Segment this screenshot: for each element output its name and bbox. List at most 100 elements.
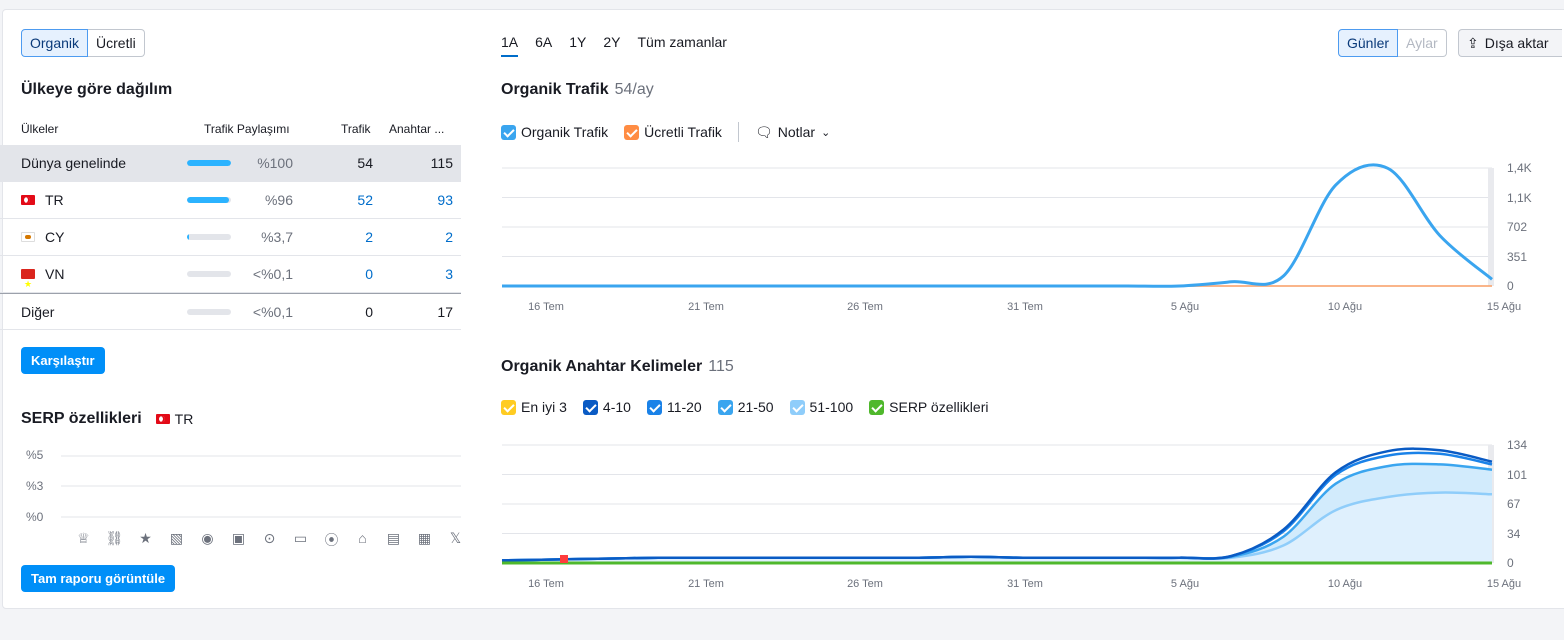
y-tick-label: 1,4K — [1507, 161, 1532, 175]
range-tab[interactable]: 1A — [501, 34, 519, 57]
keywords-title-text: Organik Anahtar Kelimeler — [501, 358, 703, 375]
keywords-legend-item[interactable]: SERP özellikleri — [869, 399, 988, 415]
y-tick-label: 101 — [1507, 467, 1528, 482]
col-header-country[interactable]: Ülkeler — [21, 122, 58, 136]
tr-flag-icon — [21, 195, 35, 205]
country-row[interactable]: VN <%0,1 0 3 — [0, 256, 461, 302]
share-value: <%0,1 — [252, 266, 293, 282]
granularity-toggle: Günler Aylar — [1338, 29, 1447, 57]
country-name: Dünya genelinde — [21, 145, 126, 181]
keywords-chart — [501, 444, 1494, 565]
crown-icon[interactable]: ♕ — [68, 530, 99, 550]
country-name: CY — [21, 219, 64, 255]
briefcase-icon[interactable]: ▦ — [409, 530, 440, 550]
export-button[interactable]: ⇪ Dışa aktar — [1458, 29, 1562, 57]
share-value: <%0,1 — [252, 304, 293, 320]
keywords-legend-item[interactable]: En iyi 3 — [501, 399, 567, 415]
legend-label: SERP özellikleri — [889, 399, 989, 415]
traffic-legend: Organik Trafik Ücretli Trafik 🗨 Notlar ⌄ — [501, 122, 846, 142]
paid-toggle-button[interactable]: Ücretli — [88, 29, 145, 57]
link-icon[interactable]: ⛓ — [99, 530, 130, 550]
traffic-value[interactable]: 2 — [365, 219, 373, 255]
traffic-value[interactable]: 0 — [365, 256, 373, 292]
x-tick-label: 31 Tem — [1007, 578, 1043, 590]
country-distribution-title: Ülkeye göre dağılım — [21, 81, 173, 98]
organic-traffic-line — [502, 163, 1493, 288]
share-value: %96 — [264, 192, 293, 208]
checkbox-icon — [869, 399, 885, 415]
legend-label: 21-50 — [737, 399, 774, 415]
country-label: TR — [45, 192, 64, 208]
country-row[interactable]: TR %96 52 93 — [0, 182, 461, 219]
share-bar — [187, 197, 231, 203]
news-icon[interactable]: ▤ — [378, 530, 409, 550]
organic-toggle-button[interactable]: Organik — [21, 29, 89, 57]
col-header-traffic[interactable]: Trafik — [341, 122, 371, 136]
notes-dropdown[interactable]: 🗨 Notlar ⌄ — [755, 124, 830, 141]
traffic-title-text: Organik Trafik — [501, 81, 609, 98]
checkbox-icon — [789, 399, 805, 415]
keywords-value: 115 — [430, 155, 453, 171]
full-report-button[interactable]: Tam raporu görüntüle — [21, 565, 176, 592]
keywords-value[interactable]: 2 — [445, 219, 453, 255]
legend-label: Ücretli Trafik — [644, 124, 722, 140]
country-label: CY — [45, 229, 65, 245]
image-icon[interactable]: ▧ — [161, 530, 192, 550]
x-tick-label: 5 Ağu — [1170, 301, 1200, 313]
video-icon[interactable]: ◉ — [192, 530, 223, 550]
keywords-value[interactable]: 93 — [437, 182, 453, 218]
chat-icon[interactable]: ▭ — [285, 530, 316, 550]
graduation-icon[interactable]: ⌂ — [347, 530, 378, 550]
col-header-keywords[interactable]: Anahtar ... — [389, 122, 444, 136]
legend-organic-traffic[interactable]: Organik Trafik — [501, 124, 608, 140]
country-row[interactable]: CY %3,7 2 2 — [0, 219, 461, 256]
keywords-legend-item[interactable]: 21-50 — [717, 399, 774, 415]
y-tick-label: 134 — [1507, 438, 1528, 452]
range-tab[interactable]: 2Y — [603, 34, 620, 57]
range-tab[interactable]: Tüm zamanlar — [638, 34, 727, 57]
organic-paid-toggle: Organik Ücretli — [21, 29, 145, 57]
compare-button[interactable]: Karşılaştır — [21, 347, 105, 374]
legend-paid-traffic[interactable]: Ücretli Trafik — [624, 124, 722, 140]
star-icon[interactable]: ★ — [130, 530, 161, 550]
country-name: TR — [21, 182, 64, 218]
pin-icon[interactable]: ⦿ — [316, 530, 347, 550]
traffic-value[interactable]: 52 — [357, 182, 373, 218]
x-tick-label: 15 Ağu — [1486, 301, 1522, 313]
cy-flag-icon — [21, 232, 35, 242]
note-icon: 🗨 — [754, 123, 773, 140]
x-tick-label: 26 Tem — [847, 578, 883, 590]
video-box-icon[interactable]: ▣ — [223, 530, 254, 550]
keywords-legend-item[interactable]: 4-10 — [582, 399, 631, 415]
share-bar — [187, 160, 231, 166]
keywords-legend-item[interactable]: 51-100 — [789, 399, 853, 415]
legend-label: 4-10 — [602, 399, 631, 415]
x-tick-label: 31 Tem — [1007, 301, 1043, 313]
serp-country: TR — [174, 411, 194, 427]
y-tick-label: 67 — [1507, 497, 1521, 511]
export-label: Dışa aktar — [1484, 35, 1549, 51]
x-icon[interactable]: 𝕏 — [440, 530, 471, 550]
keywords-value[interactable]: 3 — [445, 256, 453, 292]
range-tab[interactable]: 1Y — [569, 34, 586, 57]
col-header-share[interactable]: Trafik Paylaşımı — [204, 122, 290, 136]
range-tab[interactable]: 6A — [535, 34, 552, 57]
serp-ytick: %3 — [26, 479, 44, 493]
legend-label: En iyi 3 — [521, 399, 567, 415]
x-tick-label: 21 Tem — [688, 578, 724, 590]
play-icon[interactable]: ⊙ — [254, 530, 285, 550]
keywords-legend-item[interactable]: 11-20 — [646, 399, 702, 415]
country-row[interactable]: Dünya genelinde %100 54 115 — [0, 145, 461, 182]
legend-label: Organik Trafik — [521, 124, 609, 140]
legend-label: 11-20 — [666, 399, 702, 415]
x-tick-label: 26 Tem — [847, 301, 883, 313]
country-name: Diğer — [21, 294, 54, 330]
x-tick-label: 10 Ağu — [1327, 301, 1363, 313]
days-button[interactable]: Günler — [1338, 29, 1399, 57]
x-tick-label: 15 Ağu — [1486, 578, 1522, 590]
y-tick-label: 351 — [1507, 249, 1528, 264]
tr-flag-icon — [155, 414, 170, 424]
export-icon: ⇪ — [1467, 34, 1479, 51]
months-button[interactable]: Aylar — [1398, 29, 1447, 57]
country-row[interactable]: Diğer <%0,1 0 17 — [0, 293, 461, 330]
